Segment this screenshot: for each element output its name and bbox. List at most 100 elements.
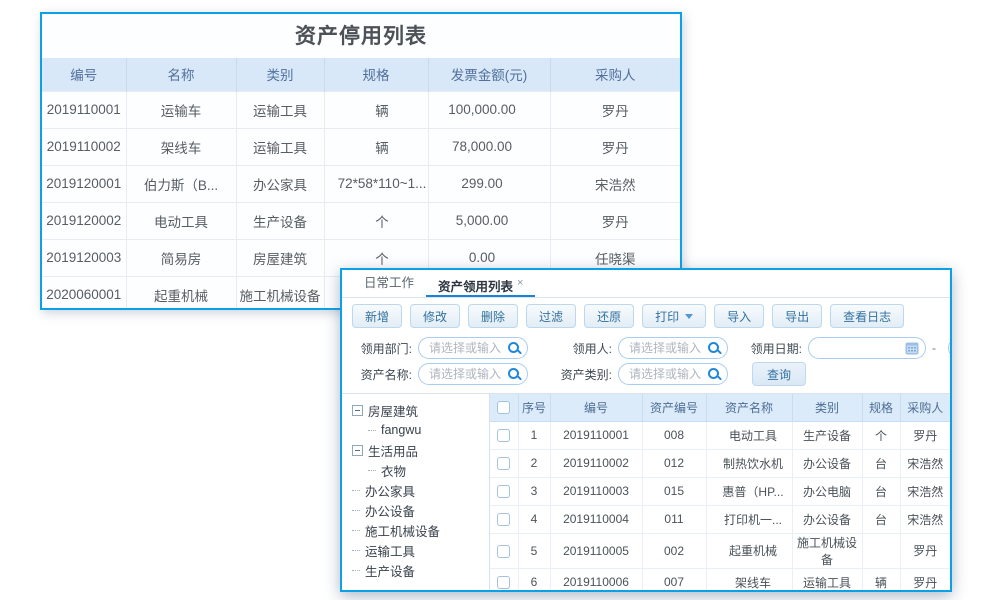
asset-name-link[interactable]: 制热饮水机: [706, 449, 792, 477]
export-button[interactable]: 导出: [772, 304, 822, 328]
asset-name-link[interactable]: 电动工具: [706, 421, 792, 449]
tab-asset-lead-list[interactable]: 资产领用列表×: [426, 270, 535, 297]
tree-item-2[interactable]: 生活用品: [352, 440, 489, 460]
collapse-icon[interactable]: [352, 445, 363, 456]
asset-no-link[interactable]: 007: [642, 568, 706, 592]
asset-no-link[interactable]: 012: [642, 449, 706, 477]
restore-button[interactable]: 还原: [584, 304, 634, 328]
row-checkbox[interactable]: [497, 485, 510, 498]
category-tree: 房屋建筑 fangwu 生活用品 衣物 办公家具 办公设备 施工机械设备 运输工…: [342, 394, 490, 592]
asset-name-link[interactable]: 运输车: [126, 91, 236, 128]
table-row: 2 2019110002 012 制热饮水机 办公设备 台 宋浩然: [490, 449, 950, 477]
asset-id-link[interactable]: 2019110005: [550, 533, 642, 568]
asset-category: 生产设备: [792, 421, 862, 449]
asset-id-link[interactable]: 2020060001: [42, 276, 126, 310]
row-index: 5: [518, 533, 550, 568]
button-label: 导入: [727, 308, 751, 325]
print-button[interactable]: 打印: [642, 304, 706, 328]
row-checkbox[interactable]: [497, 513, 510, 526]
purchaser-link[interactable]: 宋浩然: [550, 165, 680, 202]
purchaser-link[interactable]: 罗丹: [900, 533, 950, 568]
search-icon[interactable]: [507, 341, 521, 355]
asset-no-link[interactable]: 011: [642, 505, 706, 533]
purchaser-link[interactable]: 罗丹: [550, 91, 680, 128]
asset-name-link[interactable]: 伯力斯（B...: [126, 165, 236, 202]
table-row: 4 2019110004 011 打印机一... 办公设备 台 宋浩然: [490, 505, 950, 533]
asset-category: 施工机械设备: [236, 276, 324, 310]
asset-name-link[interactable]: 架线车: [126, 128, 236, 165]
purchaser-link[interactable]: 罗丹: [900, 568, 950, 592]
tree-item-8[interactable]: 生产设备: [352, 560, 489, 580]
tree-item-1[interactable]: fangwu: [352, 420, 489, 440]
asset-id-link[interactable]: 2019110002: [42, 128, 126, 165]
tree-item-4[interactable]: 办公家具: [352, 480, 489, 500]
column-header-purchaser: 采购人: [900, 394, 950, 421]
filter-button[interactable]: 过滤: [526, 304, 576, 328]
row-checkbox[interactable]: [497, 576, 510, 589]
asset-id-link[interactable]: 2019120003: [42, 239, 126, 276]
collapse-icon[interactable]: [352, 405, 363, 416]
asset-name-link[interactable]: 电动工具: [126, 202, 236, 239]
purchaser-link[interactable]: 宋浩然: [900, 505, 950, 533]
import-button[interactable]: 导入: [714, 304, 764, 328]
tree-label: 办公家具: [365, 481, 415, 500]
tab-daily-work[interactable]: 日常工作: [352, 270, 426, 297]
query-button[interactable]: 查询: [752, 362, 806, 386]
tree-item-3[interactable]: 衣物: [352, 460, 489, 480]
add-button[interactable]: 新增: [352, 304, 402, 328]
button-label: 查看日志: [843, 308, 891, 325]
button-label: 新增: [365, 308, 389, 325]
asset-no-link[interactable]: 015: [642, 477, 706, 505]
calendar-icon[interactable]: [905, 341, 919, 355]
asset-name-link[interactable]: 起重机械: [126, 276, 236, 310]
table-row: 5 2019110005 002 起重机械 施工机械设备 罗丹: [490, 533, 950, 568]
row-checkbox[interactable]: [497, 429, 510, 442]
asset-no-link[interactable]: 008: [642, 421, 706, 449]
search-icon[interactable]: [507, 367, 521, 381]
purchaser-link[interactable]: 宋浩然: [900, 477, 950, 505]
desktop: 资产停用列表 编号 名称 类别 规格 发票金额(元) 采购人 201911000…: [0, 0, 1000, 600]
table-row: 1 2019110001 008 电动工具 生产设备 个 罗丹: [490, 421, 950, 449]
asset-id-link[interactable]: 2019110001: [550, 421, 642, 449]
asset-category-field-wrap: [618, 363, 728, 385]
asset-id-link[interactable]: 2019110002: [550, 449, 642, 477]
asset-id-link[interactable]: 2019120001: [42, 165, 126, 202]
asset-amount: 5,000.00: [428, 202, 550, 239]
column-header-purchaser: 采购人: [550, 58, 680, 91]
close-icon[interactable]: ×: [517, 277, 523, 289]
asset-name-link[interactable]: 打印机一...: [706, 505, 792, 533]
asset-id-link[interactable]: 2019110004: [550, 505, 642, 533]
asset-id-link[interactable]: 2019120002: [42, 202, 126, 239]
search-icon[interactable]: [707, 341, 721, 355]
tree-item-5[interactable]: 办公设备: [352, 500, 489, 520]
tree-item-7[interactable]: 运输工具: [352, 540, 489, 560]
row-index: 1: [518, 421, 550, 449]
tree-item-0[interactable]: 房屋建筑: [352, 400, 489, 420]
edit-button[interactable]: 修改: [410, 304, 460, 328]
asset-id-link[interactable]: 2019110003: [550, 477, 642, 505]
date-to-input[interactable]: [948, 337, 952, 359]
search-icon[interactable]: [707, 367, 721, 381]
asset-name-link[interactable]: 惠普（HP...: [706, 477, 792, 505]
asset-name-link[interactable]: 架线车: [706, 568, 792, 592]
toolbar: 新增 修改 删除 过滤 还原 打印 导入 导出 查看日志: [342, 298, 950, 333]
purchaser-link[interactable]: 宋浩然: [900, 449, 950, 477]
select-all-checkbox[interactable]: [497, 401, 510, 414]
view-log-button[interactable]: 查看日志: [830, 304, 904, 328]
purchaser-link[interactable]: 罗丹: [900, 421, 950, 449]
asset-no-link[interactable]: 002: [642, 533, 706, 568]
asset-name-link[interactable]: 简易房: [126, 239, 236, 276]
tree-item-6[interactable]: 施工机械设备: [352, 520, 489, 540]
purchaser-link[interactable]: 罗丹: [550, 202, 680, 239]
asset-name-link[interactable]: 起重机械: [706, 533, 792, 568]
delete-button[interactable]: 删除: [468, 304, 518, 328]
row-checkbox[interactable]: [497, 457, 510, 470]
purchaser-link[interactable]: 罗丹: [550, 128, 680, 165]
tree-label: 施工机械设备: [365, 521, 440, 540]
asset-id-link[interactable]: 2019110006: [550, 568, 642, 592]
asset-spec: 台: [862, 505, 900, 533]
tree-label: 生产设备: [365, 561, 415, 580]
row-checkbox[interactable]: [497, 545, 510, 558]
asset-spec: 辆: [324, 91, 428, 128]
asset-id-link[interactable]: 2019110001: [42, 91, 126, 128]
